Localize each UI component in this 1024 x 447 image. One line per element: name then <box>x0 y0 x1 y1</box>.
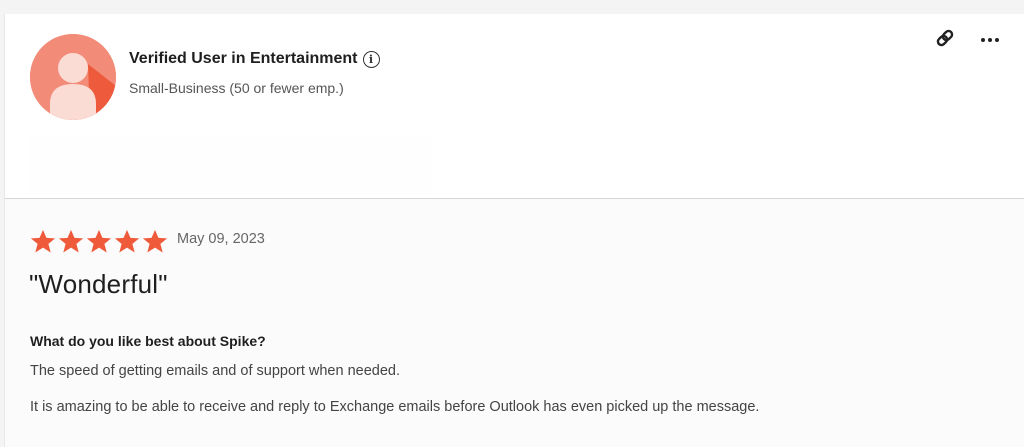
star-icon <box>86 229 112 253</box>
more-options-icon[interactable] <box>979 30 1001 50</box>
star-icon <box>114 229 140 253</box>
reviewer-name: Verified User in Entertainment <box>129 50 358 67</box>
star-icon <box>30 229 56 253</box>
review-answer-paragraph: The speed of getting emails and of suppo… <box>30 363 401 379</box>
star-rating <box>30 229 168 254</box>
placeholder-area <box>27 136 431 194</box>
review-card: Verified User in Entertainment i Small-B… <box>4 14 1024 447</box>
review-title: "Wonderful" <box>29 269 168 299</box>
review-question: What do you like best about Spike? <box>30 333 266 349</box>
link-icon[interactable] <box>935 28 955 48</box>
review-date: May 09, 2023 <box>177 231 265 247</box>
reviewer-segment: Small-Business (50 or fewer emp.) <box>129 80 344 96</box>
star-icon <box>58 229 84 253</box>
user-silhouette-icon <box>30 34 116 120</box>
review-answer-paragraph: It is amazing to be able to receive and … <box>30 399 760 415</box>
reviewer-name-row: Verified User in Entertainment i <box>129 50 380 68</box>
info-icon[interactable]: i <box>362 50 380 68</box>
avatar <box>30 34 116 120</box>
star-icon <box>142 229 168 253</box>
review-header: Verified User in Entertainment i Small-B… <box>5 14 1024 198</box>
review-body: May 09, 2023 "Wonderful" What do you lik… <box>5 199 1024 447</box>
